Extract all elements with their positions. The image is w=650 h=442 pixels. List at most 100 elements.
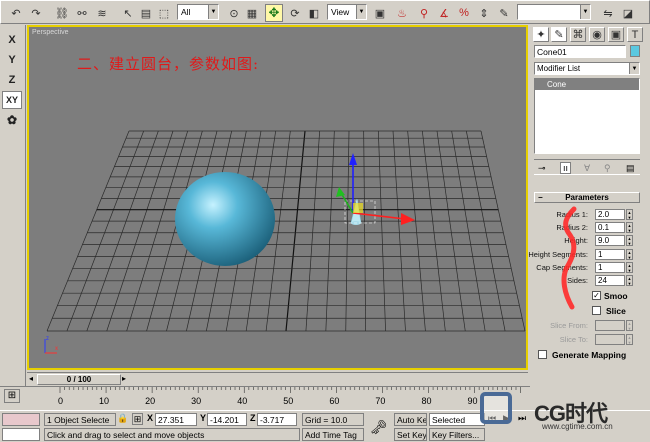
sides-input[interactable]: 24 <box>595 275 625 286</box>
create-tab-icon[interactable]: ✦ <box>533 27 549 42</box>
mirror-icon[interactable]: ⇋ <box>599 4 617 22</box>
param-label: Slice To: <box>559 335 588 344</box>
reference-coordinate-dropdown[interactable]: View ▼ <box>327 4 367 20</box>
svg-text:z: z <box>46 336 49 342</box>
axis-y-button[interactable]: Y <box>2 51 22 69</box>
generate-mapping-row[interactable]: Generate Mapping <box>538 349 640 361</box>
window-crossing-icon[interactable]: ▦ <box>243 4 261 22</box>
set-key-button[interactable]: Set Key <box>394 428 427 441</box>
pin-stack-icon[interactable]: ⊸ <box>538 163 546 174</box>
object-color-swatch[interactable] <box>630 45 640 57</box>
smooth-checkbox[interactable]: ✓ <box>592 291 601 300</box>
selection-info: 1 Object Selecte <box>44 413 116 426</box>
height-input[interactable]: 9.0 <box>595 235 625 246</box>
radius2-spinner[interactable]: ▲ ▼ <box>626 222 633 233</box>
pivot-center-icon[interactable]: ▣ <box>371 4 389 22</box>
track-bar[interactable]: ⊞ 0 10 20 30 40 50 60 70 80 90 <box>0 386 530 410</box>
radius1-input[interactable]: 2.0 <box>595 209 625 220</box>
rollout-collapse-icon: − <box>538 193 543 202</box>
add-time-tag-button[interactable]: Add Time Tag <box>302 428 364 441</box>
cap-segments-input[interactable]: 1 <box>595 262 625 273</box>
object-name-field[interactable]: Cone01 <box>534 45 626 58</box>
key-mode-dropdown[interactable]: Selected <box>429 413 485 426</box>
select-object-icon[interactable]: ↖ <box>119 4 137 22</box>
axis-z-button[interactable]: Z <box>2 71 22 89</box>
modify-tab-icon[interactable]: ✎ <box>551 27 567 42</box>
bind-space-warp-icon[interactable]: ≋ <box>93 4 111 22</box>
configure-modifier-sets-icon[interactable]: ▤ <box>626 163 635 174</box>
link-icon[interactable]: ⛓ <box>53 4 71 22</box>
parameters-rollout-header[interactable]: − Parameters <box>534 192 640 203</box>
x-coordinate-input[interactable]: 27.351 <box>155 413 197 426</box>
key-filters-button[interactable]: Key Filters... <box>429 428 485 441</box>
generate-mapping-checkbox[interactable] <box>538 350 547 359</box>
track-tick-label: 80 <box>421 396 432 406</box>
selection-filter-value: All <box>181 7 191 17</box>
named-selection-dropdown[interactable]: ▼ <box>517 4 591 20</box>
height-spinner[interactable]: ▲ ▼ <box>626 235 633 246</box>
track-tick-label: 0 <box>58 396 64 406</box>
absolute-mode-icon[interactable]: ⊞ <box>132 413 143 425</box>
slice-checkbox-row[interactable]: Slice <box>592 305 640 317</box>
unlink-icon[interactable]: ⚯ <box>73 4 91 22</box>
time-slider-next-icon[interactable]: ▸ <box>122 374 126 383</box>
sphere-object <box>175 172 275 266</box>
modifier-list-dropdown[interactable]: Modifier List ▼ <box>534 62 640 75</box>
sides-spinner[interactable]: ▲ ▼ <box>626 275 633 286</box>
maxscript-output-field[interactable] <box>2 428 40 441</box>
display-tab-icon[interactable]: ▣ <box>608 27 624 42</box>
stack-item-cone[interactable]: Cone <box>535 79 639 90</box>
z-coordinate-input[interactable]: -3.717 <box>257 413 297 426</box>
track-tick-label: 70 <box>375 396 386 406</box>
snap-toggle-icon[interactable]: ⚲ <box>415 4 433 22</box>
selection-filter-dropdown[interactable]: All ▼ <box>177 4 219 20</box>
cap-segments-spinner[interactable]: ▲ ▼ <box>626 262 633 273</box>
align-icon[interactable]: ◪ <box>619 4 637 22</box>
stack-controls: ⊸ ıı ∀ ⚲ ▤ <box>534 159 640 175</box>
select-and-scale-icon[interactable]: ◧ <box>305 4 323 22</box>
smooth-checkbox-row[interactable]: ✓ Smoo <box>592 290 640 302</box>
spinner-snap-icon[interactable]: ⇕ <box>475 4 493 22</box>
select-and-link-icon[interactable]: ⊙ <box>225 4 243 22</box>
param-label: Slice From: <box>550 321 588 330</box>
world-axis-tripod: z x <box>44 336 58 354</box>
maxscript-listener-field[interactable] <box>2 413 40 426</box>
curve-icon[interactable]: ✿ <box>2 111 22 129</box>
axis-xy-button[interactable]: XY <box>2 91 22 109</box>
undo-icon[interactable]: ↶ <box>7 4 25 22</box>
lock-selection-icon[interactable]: 🔒 <box>117 413 128 424</box>
utilities-tab-icon[interactable]: T <box>627 27 643 42</box>
hierarchy-tab-icon[interactable]: ⌘ <box>570 27 586 42</box>
time-slider-prev-icon[interactable]: ◂ <box>29 374 33 383</box>
perspective-viewport[interactable]: Perspective 二、建立圆台，参数如图: z x <box>27 25 528 370</box>
show-end-result-icon[interactable]: ıı <box>560 162 572 174</box>
axis-x-button[interactable]: X <box>2 31 22 49</box>
redo-icon[interactable]: ↷ <box>27 4 45 22</box>
track-tick-label: 40 <box>237 396 248 406</box>
set-key-icon[interactable]: 🗝 <box>370 419 388 436</box>
select-by-name-icon[interactable]: ▤ <box>137 4 155 22</box>
remove-modifier-icon[interactable]: ⚲ <box>604 163 611 174</box>
height-segments-spinner[interactable]: ▲ ▼ <box>626 249 633 260</box>
y-coordinate-input[interactable]: -14.201 <box>207 413 247 426</box>
angle-snap-icon[interactable]: ∡ <box>435 4 453 22</box>
open-mini-curve-editor-icon[interactable]: ⊞ <box>4 389 20 403</box>
select-manipulate-icon[interactable]: ♨ <box>393 4 411 22</box>
generate-mapping-label: Generate Mapping <box>552 350 627 360</box>
command-panel: ✦ ✎ ⌘ ◉ ▣ T Cone01 Modifier List ▼ Cone … <box>528 25 650 410</box>
select-and-rotate-icon[interactable]: ⟳ <box>286 4 304 22</box>
make-unique-icon[interactable]: ∀ <box>584 163 590 174</box>
select-and-move-icon[interactable]: ✥ <box>265 4 283 22</box>
height-segments-input[interactable]: 1 <box>595 249 625 260</box>
radius2-input[interactable]: 0.1 <box>595 222 625 233</box>
radius1-spinner[interactable]: ▲ ▼ <box>626 209 633 220</box>
slice-checkbox[interactable] <box>592 306 601 315</box>
selection-region-icon[interactable]: ⬚ <box>155 4 173 22</box>
time-slider-thumb[interactable]: 0 / 100 <box>37 374 121 385</box>
cgtime-watermark: CG时代 www.cgtime.com.cn <box>478 390 650 442</box>
motion-tab-icon[interactable]: ◉ <box>589 27 605 42</box>
auto-key-button[interactable]: Auto Key <box>394 413 427 426</box>
edit-named-selection-icon[interactable]: ✎ <box>495 4 513 22</box>
percent-snap-icon[interactable]: % <box>455 4 473 22</box>
time-slider-bar[interactable]: ◂ 0 / 100 ▸ <box>27 372 528 385</box>
